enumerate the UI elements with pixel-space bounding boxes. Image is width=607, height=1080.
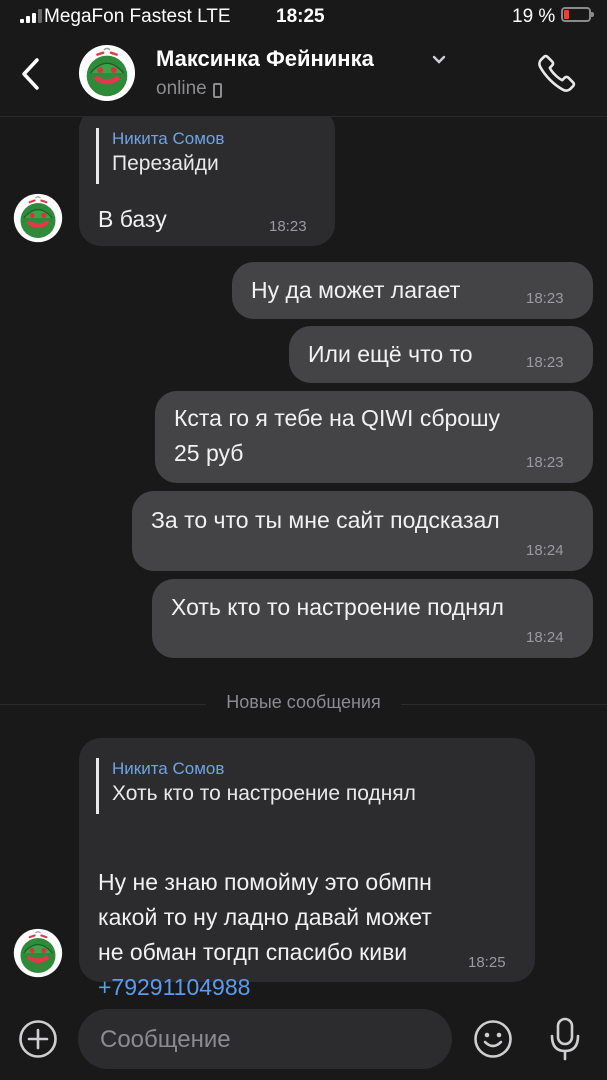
message-incoming[interactable]: Никита Сомов Хоть кто то настроение подн… bbox=[79, 738, 535, 1000]
message-time: 18:23 bbox=[526, 454, 564, 471]
signal-strength-icon bbox=[20, 9, 42, 23]
back-chevron-icon bbox=[22, 58, 39, 90]
message-text: Или ещё что то bbox=[308, 341, 473, 367]
reply-quote[interactable]: Никита Сомов Хоть кто то настроение подн… bbox=[96, 758, 416, 814]
message-time: 18:24 bbox=[526, 542, 564, 559]
phone-device-icon bbox=[212, 82, 222, 98]
call-icon[interactable] bbox=[536, 52, 578, 94]
contact-status: online bbox=[156, 78, 222, 100]
plus-icon[interactable] bbox=[18, 1019, 58, 1059]
status-time: 18:25 bbox=[276, 6, 325, 27]
message-outgoing[interactable]: Кста го я тебе на QIWI сброшу 25 руб 18:… bbox=[155, 391, 593, 483]
quote-text: Перезайди bbox=[112, 152, 219, 175]
quote-text: Хоть кто то настроение поднял bbox=[112, 782, 416, 805]
message-incoming[interactable]: Никита Сомов Перезайди В базу 18:23 bbox=[79, 108, 335, 246]
status-label: online bbox=[156, 78, 207, 99]
message-text: Кста го я тебе на QIWI сброшу 25 руб bbox=[174, 405, 501, 466]
message-text: Ну да может лагает bbox=[251, 277, 461, 303]
battery-icon bbox=[561, 7, 594, 22]
message-time: 18:23 bbox=[269, 218, 307, 235]
message-input[interactable] bbox=[98, 1009, 432, 1071]
message-outgoing[interactable]: Или ещё что то 18:23 bbox=[289, 326, 593, 383]
reply-quote[interactable]: Никита Сомов Перезайди bbox=[96, 128, 224, 184]
quote-author: Никита Сомов bbox=[112, 759, 225, 778]
message-text: Хоть кто то настроение поднял bbox=[171, 594, 504, 620]
back-button[interactable] bbox=[12, 50, 48, 98]
message-time: 18:25 bbox=[468, 954, 506, 971]
message-time: 18:23 bbox=[526, 354, 564, 371]
message-outgoing[interactable]: Хоть кто то настроение поднял 18:24 bbox=[152, 579, 593, 658]
message-time: 18:24 bbox=[526, 629, 564, 646]
message-body: Ну не знаю помойму это обмпн какой то ну… bbox=[98, 869, 432, 965]
carrier-label: MegaFon Fastest LTE bbox=[44, 6, 231, 27]
message-composer bbox=[0, 1000, 607, 1080]
quote-author: Никита Сомов bbox=[112, 129, 225, 148]
status-bar: MegaFon Fastest LTE 18:25 19 % bbox=[0, 0, 607, 34]
new-messages-label: Новые сообщения bbox=[206, 692, 401, 712]
chevron-down-icon[interactable] bbox=[431, 54, 447, 66]
contact-name[interactable]: Максинка Фейнинка bbox=[156, 46, 374, 72]
message-text: В базу bbox=[98, 206, 167, 232]
microphone-icon[interactable] bbox=[548, 1016, 582, 1062]
message-outgoing[interactable]: За то что ты мне сайт подсказал 18:24 bbox=[132, 491, 593, 571]
emoji-icon[interactable] bbox=[473, 1019, 513, 1059]
sender-avatar[interactable] bbox=[13, 928, 63, 978]
message-outgoing[interactable]: Ну да может лагает 18:23 bbox=[232, 262, 593, 319]
message-text: За то что ты мне сайт подсказал bbox=[151, 507, 500, 533]
message-time: 18:23 bbox=[526, 290, 564, 307]
message-input-box[interactable] bbox=[78, 1009, 452, 1071]
new-messages-divider: Новые сообщения bbox=[0, 692, 607, 713]
chat-header: Максинка Фейнинка online bbox=[0, 34, 607, 117]
sender-avatar[interactable] bbox=[13, 193, 63, 243]
contact-avatar[interactable] bbox=[78, 44, 136, 102]
battery-percent: 19 % bbox=[512, 6, 556, 27]
